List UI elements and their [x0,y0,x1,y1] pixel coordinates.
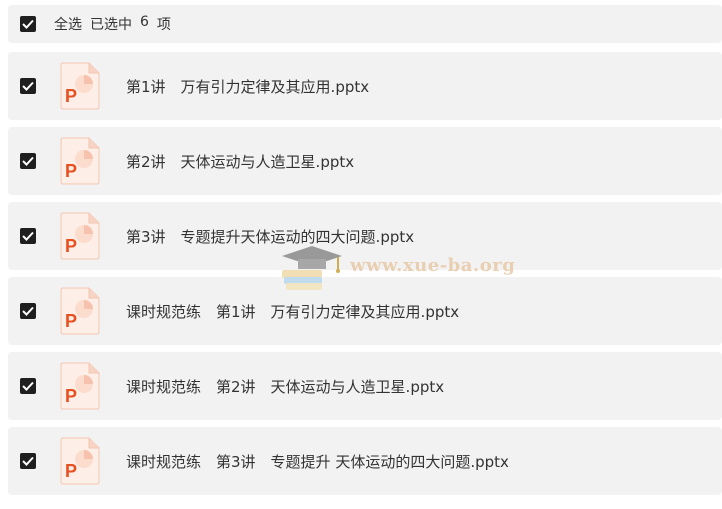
check-icon [22,381,34,391]
file-list-page: 全选 已选中 6 项 P 第1讲 万有引力定律及其应用.pptx P 第2讲 天… [0,0,722,509]
select-all-checkbox[interactable] [20,16,36,32]
select-all-label[interactable]: 全选 [54,14,82,34]
ppt-file-icon: P [60,212,100,260]
selected-count: 6 [140,14,149,30]
file-row[interactable]: P 课时规范练 第1讲 万有引力定律及其应用.pptx [8,277,722,345]
svg-text:P: P [65,311,77,331]
svg-text:P: P [65,386,77,406]
ppt-file-icon: P [60,362,100,410]
svg-text:P: P [65,461,77,481]
file-name[interactable]: 课时规范练 第3讲 专题提升 天体运动的四大问题.pptx [126,451,509,472]
ppt-file-icon: P [60,287,100,335]
selection-summary: 全选 已选中 6 项 [54,14,171,34]
check-icon [22,156,34,166]
ppt-file-icon: P [60,437,100,485]
file-name[interactable]: 第2讲 天体运动与人造卫星.pptx [126,151,354,172]
file-row[interactable]: P 第1讲 万有引力定律及其应用.pptx [8,52,722,120]
file-row[interactable]: P 第2讲 天体运动与人造卫星.pptx [8,127,722,195]
select-all-bar[interactable]: 全选 已选中 6 项 [8,5,722,43]
check-icon [22,306,34,316]
file-name[interactable]: 课时规范练 第2讲 天体运动与人造卫星.pptx [126,376,444,397]
svg-text:P: P [65,86,77,106]
check-icon [22,456,34,466]
file-row[interactable]: P 第3讲 专题提升天体运动的四大问题.pptx [8,202,722,270]
svg-text:P: P [65,236,77,256]
selected-prefix: 已选中 [90,17,132,33]
ppt-file-icon: P [60,137,100,185]
file-checkbox[interactable] [20,78,36,94]
ppt-file-icon: P [60,62,100,110]
file-checkbox[interactable] [20,453,36,469]
selected-suffix: 项 [156,17,171,33]
svg-text:P: P [65,161,77,181]
file-row[interactable]: P 课时规范练 第2讲 天体运动与人造卫星.pptx [8,352,722,420]
check-icon [22,19,34,29]
file-checkbox[interactable] [20,153,36,169]
file-checkbox[interactable] [20,228,36,244]
file-name[interactable]: 课时规范练 第1讲 万有引力定律及其应用.pptx [126,301,459,322]
check-icon [22,81,34,91]
file-name[interactable]: 第3讲 专题提升天体运动的四大问题.pptx [126,226,414,247]
file-row[interactable]: P 课时规范练 第3讲 专题提升 天体运动的四大问题.pptx [8,427,722,495]
file-checkbox[interactable] [20,378,36,394]
file-name[interactable]: 第1讲 万有引力定律及其应用.pptx [126,76,369,97]
file-checkbox[interactable] [20,303,36,319]
check-icon [22,231,34,241]
